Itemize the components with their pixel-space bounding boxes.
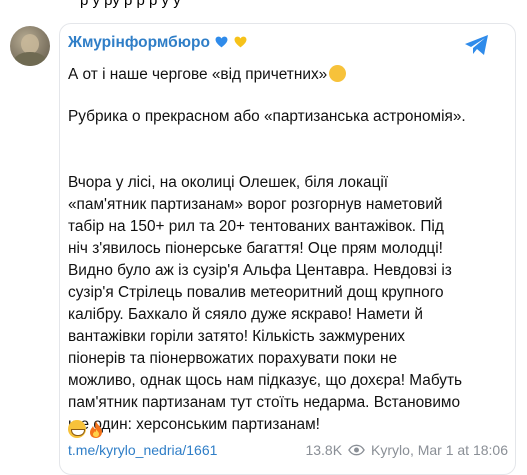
- channel-name[interactable]: Жмурінформбюро: [68, 34, 210, 51]
- previous-post-cutoff: р у ру р р р у у: [0, 0, 527, 12]
- message-line-1-text: А от і наше чергове «від причетних»: [68, 66, 328, 83]
- yellow-heart-icon: [234, 36, 247, 48]
- post-meta: 13.8K Kyrylo, Mar 1 at 18:06: [305, 442, 508, 458]
- telegram-plane-icon[interactable]: [464, 34, 490, 56]
- message-line-1: А от і наше чергове «від причетних»: [68, 62, 347, 86]
- eye-icon: [348, 444, 365, 456]
- fire-icon: [90, 420, 102, 438]
- previous-post-text: р у ру р р р у у: [80, 0, 181, 9]
- views-count: 13.8K: [305, 442, 343, 458]
- message-body: Вчора у лісі, на околиці Олешек, біля ло…: [68, 174, 463, 433]
- post-link[interactable]: t.me/kyrylo_nedria/1661: [68, 442, 217, 458]
- channel-header[interactable]: Жмурінформбюро: [68, 34, 247, 52]
- channel-avatar[interactable]: [10, 26, 50, 66]
- blue-heart-icon: [215, 36, 228, 48]
- grinning-face-icon: [68, 420, 86, 438]
- message-footer: t.me/kyrylo_nedria/1661 13.8K Kyrylo, Ma…: [68, 442, 508, 462]
- emoji-reactions: [68, 419, 104, 439]
- smirking-face-icon: [329, 65, 347, 82]
- message-line-2: Рубрика о прекрасном або «партизанська а…: [68, 108, 466, 125]
- author-date: Kyrylo, Mar 1 at 18:06: [371, 442, 508, 458]
